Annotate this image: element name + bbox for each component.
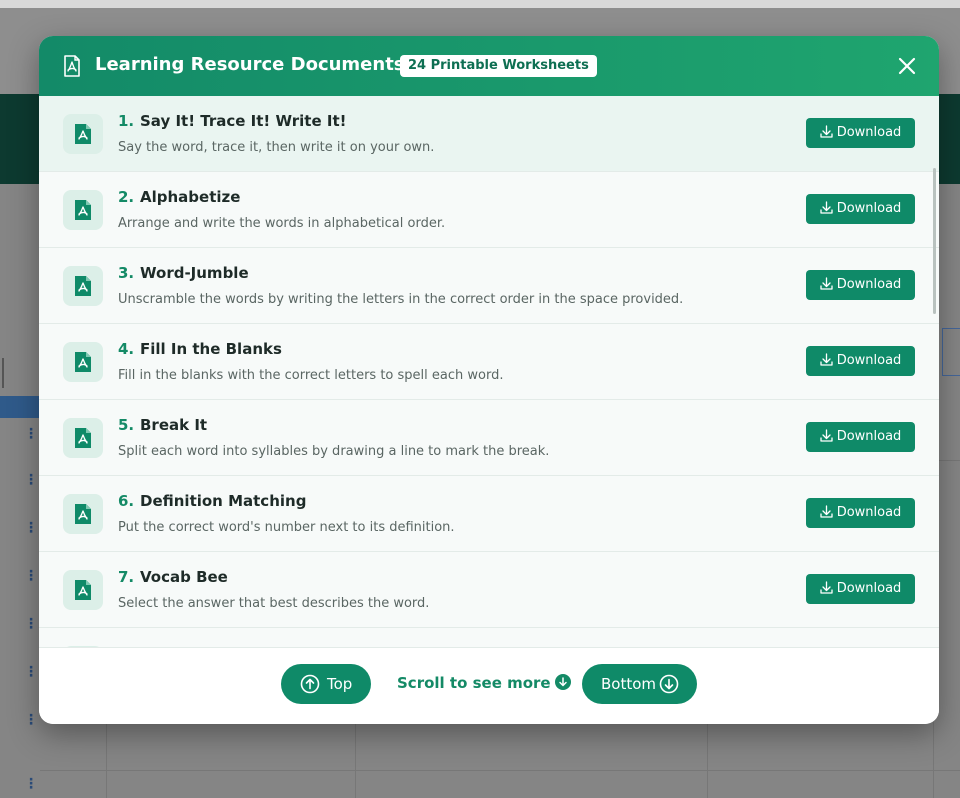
pdf-file-icon (63, 114, 103, 154)
worksheet-title: Word-Jumble (140, 264, 249, 282)
background-row-handle: ⋮ (24, 616, 38, 632)
worksheet-count-badge: 24 Printable Worksheets (400, 55, 597, 77)
download-label: Download (836, 353, 902, 368)
worksheet-number: 4. (118, 340, 135, 358)
scrollbar-thumb[interactable] (933, 168, 936, 314)
worksheet-item: 7. Vocab Bee Select the answer that best… (39, 552, 939, 628)
download-icon (820, 581, 833, 594)
download-button[interactable]: Download (806, 118, 915, 148)
download-button[interactable]: Download (806, 346, 915, 376)
download-button[interactable]: Download (806, 194, 915, 224)
background-row-handle: ⋮ (24, 520, 38, 536)
background-row-handle: ⋮ (24, 472, 38, 488)
worksheet-description: Split each word into syllables by drawin… (118, 444, 550, 459)
background-row-handle: ⋮ (24, 426, 38, 442)
worksheet-item: 1. Say It! Trace It! Write It! Say the w… (39, 96, 939, 172)
scroll-bottom-button[interactable]: Bottom (582, 664, 697, 704)
background-control (0, 358, 4, 388)
worksheet-item: 4. Fill In the Blanks Fill in the blanks… (39, 324, 939, 400)
download-icon (820, 505, 833, 518)
worksheet-number: 7. (118, 568, 135, 586)
worksheet-title: Alphabetize (140, 188, 241, 206)
worksheet-number: 5. (118, 416, 135, 434)
download-icon (820, 277, 833, 290)
download-label: Download (836, 505, 902, 520)
worksheet-item-partial (39, 628, 939, 647)
worksheet-item: 5. Break It Split each word into syllabl… (39, 400, 939, 476)
scroll-hint-label: Scroll to see more (397, 674, 551, 692)
download-button[interactable]: Download (806, 574, 915, 604)
modal-title: Learning Resource Documents (95, 54, 405, 75)
resource-documents-modal: Learning Resource Documents 24 Printable… (39, 36, 939, 724)
close-icon[interactable] (895, 54, 919, 78)
background-row-handle: ⋮ (24, 568, 38, 584)
pdf-file-icon (63, 266, 103, 306)
download-button[interactable]: Download (806, 422, 915, 452)
pdf-file-icon (63, 494, 103, 534)
modal-footer: Top Scroll to see more Bottom (39, 647, 939, 724)
arrow-down-circle-icon (659, 674, 679, 694)
worksheet-description: Say the word, trace it, then write it on… (118, 140, 435, 155)
background-row-handle: ⋮ (24, 776, 38, 792)
pdf-file-icon (63, 570, 103, 610)
download-icon (820, 353, 833, 366)
background-tab (0, 396, 40, 418)
pdf-file-icon (63, 55, 81, 77)
download-icon (820, 429, 833, 442)
download-label: Download (836, 201, 902, 216)
pdf-file-icon (63, 418, 103, 458)
worksheet-number: 2. (118, 188, 135, 206)
worksheet-number: 3. (118, 264, 135, 282)
worksheet-title: Say It! Trace It! Write It! (140, 112, 347, 130)
download-label: Download (836, 125, 902, 140)
worksheet-description: Fill in the blanks with the correct lett… (118, 368, 504, 383)
download-label: Download (836, 277, 902, 292)
background-row-handle: ⋮ (24, 664, 38, 680)
worksheet-title: Break It (140, 416, 208, 434)
pdf-file-icon (63, 342, 103, 382)
download-label: Download (836, 429, 902, 444)
worksheet-title: Definition Matching (140, 492, 307, 510)
background-row-line (40, 770, 960, 771)
pdf-file-icon (63, 190, 103, 230)
scroll-top-button[interactable]: Top (281, 664, 371, 704)
worksheet-number: 1. (118, 112, 135, 130)
download-button[interactable]: Download (806, 498, 915, 528)
scroll-top-label: Top (327, 675, 353, 693)
download-label: Download (836, 581, 902, 596)
background-right-control (942, 328, 960, 376)
arrow-up-circle-icon (300, 674, 320, 694)
arrow-down-circle-icon (554, 674, 571, 690)
worksheet-description: Unscramble the words by writing the lett… (118, 292, 684, 307)
worksheet-description: Select the answer that best describes th… (118, 596, 430, 611)
download-button[interactable]: Download (806, 270, 915, 300)
background-row-handle: ⋮ (24, 712, 38, 728)
scroll-hint: Scroll to see more (397, 674, 571, 692)
worksheet-item: 2. Alphabetize Arrange and write the wor… (39, 172, 939, 248)
worksheet-title: Vocab Bee (140, 568, 228, 586)
scroll-bottom-label: Bottom (601, 675, 657, 693)
worksheet-item: 6. Definition Matching Put the correct w… (39, 476, 939, 552)
modal-header: Learning Resource Documents 24 Printable… (39, 36, 939, 96)
worksheet-number: 6. (118, 492, 135, 510)
worksheet-list[interactable]: 1. Say It! Trace It! Write It! Say the w… (39, 96, 939, 647)
worksheet-title: Fill In the Blanks (140, 340, 282, 358)
worksheet-description: Put the correct word's number next to it… (118, 520, 455, 535)
worksheet-item: 3. Word-Jumble Unscramble the words by w… (39, 248, 939, 324)
worksheet-description: Arrange and write the words in alphabeti… (118, 216, 446, 231)
download-icon (820, 125, 833, 138)
download-icon (820, 201, 833, 214)
